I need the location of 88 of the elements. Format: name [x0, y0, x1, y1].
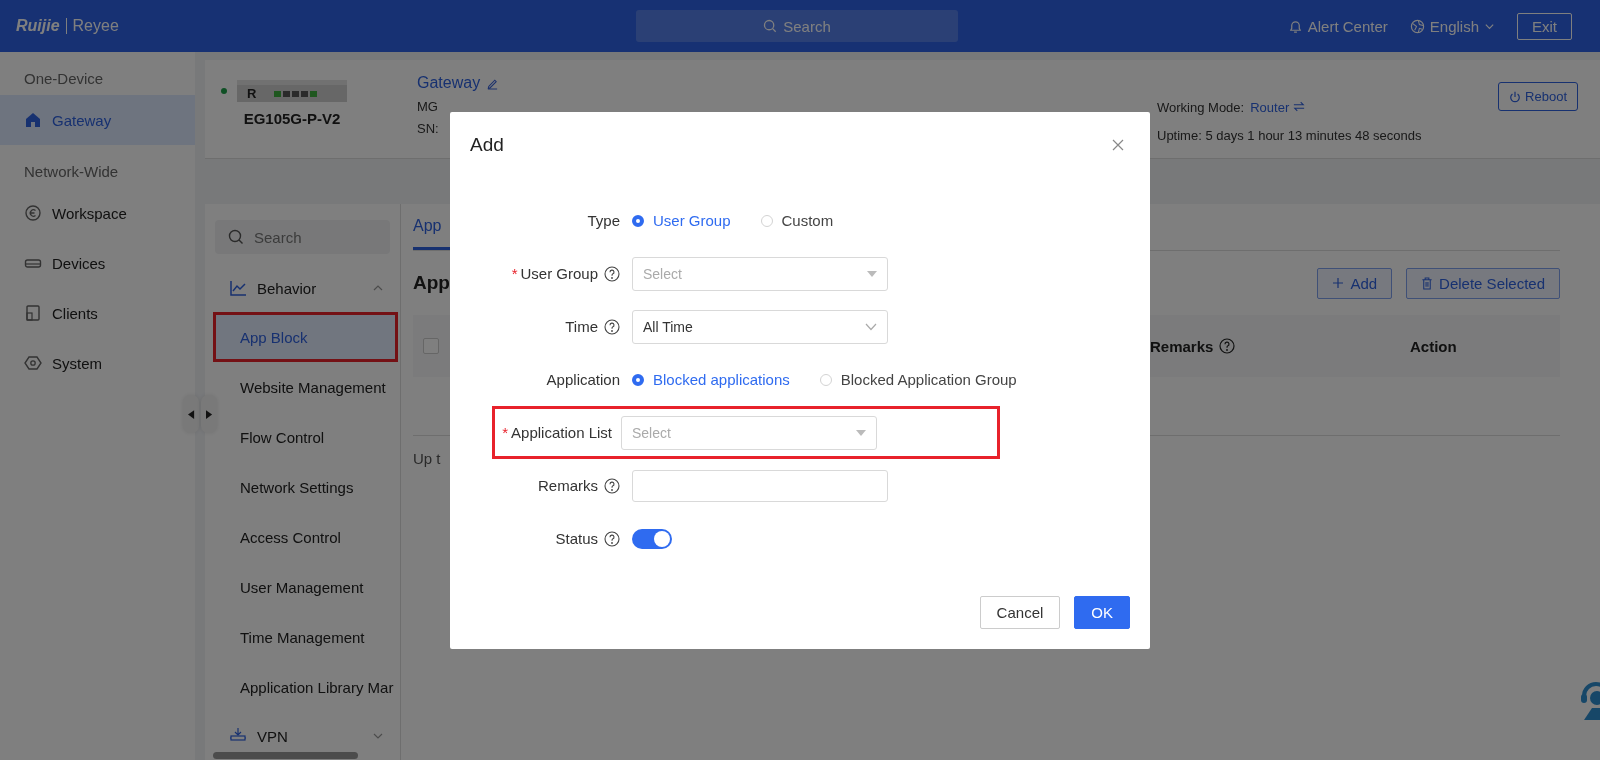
working-mode-link[interactable]: Router — [1250, 100, 1305, 115]
field-label: Time — [565, 318, 598, 335]
menu-item[interactable]: User Management — [205, 562, 400, 612]
chevron-down-icon — [865, 322, 877, 331]
plus-icon — [1332, 277, 1345, 289]
dialog-title: Add — [470, 134, 504, 156]
serial-number-text: SN: — [417, 121, 440, 136]
working-mode-label: Working Mode: — [1157, 100, 1245, 115]
search-icon — [228, 229, 244, 245]
logo-brand: Ruijie — [16, 17, 60, 35]
ok-button[interactable]: OK — [1074, 596, 1130, 629]
remarks-input[interactable] — [632, 469, 888, 502]
exit-button[interactable]: Exit — [1517, 12, 1572, 40]
radio-option[interactable]: Blocked applications — [632, 371, 790, 388]
nav-item[interactable]: Gateway — [0, 95, 195, 145]
column-header: Remarks — [1150, 337, 1214, 355]
field-label: Application List — [511, 424, 612, 441]
device-model: EG105G-P-V2 — [243, 110, 341, 127]
trash-icon — [1421, 276, 1434, 290]
menu-item[interactable]: Access Control — [205, 512, 400, 562]
nav-item[interactable]: System — [0, 338, 195, 388]
nav-section-title: Network-Wide — [23, 163, 120, 182]
required-mark: * — [502, 424, 509, 441]
section-heading: App — [413, 272, 450, 294]
circle-c-icon — [24, 204, 42, 222]
menu-item[interactable]: Flow Control — [205, 412, 400, 462]
menu-search-field[interactable]: Search — [215, 220, 390, 254]
radio-option[interactable]: Blocked Application Group — [819, 371, 1017, 388]
globe-icon — [1409, 18, 1425, 34]
cancel-button[interactable]: Cancel — [979, 596, 1061, 629]
required-mark: * — [511, 265, 518, 282]
device-name-link[interactable]: Gateway — [417, 74, 481, 92]
field-label: Application — [546, 371, 620, 388]
collapse-handle[interactable] — [183, 395, 199, 433]
menu-item[interactable]: Time Management — [205, 612, 400, 662]
mgmt-ip-text: MG — [417, 99, 439, 114]
bell-icon — [1287, 18, 1303, 34]
status-switch[interactable] — [632, 528, 672, 549]
swap-icon — [1292, 101, 1305, 112]
search-icon — [763, 19, 778, 33]
nav-item[interactable]: Devices — [0, 238, 195, 288]
help-icon[interactable] — [1219, 338, 1236, 354]
radio-option[interactable]: User Group — [632, 212, 731, 229]
help-icon[interactable] — [604, 265, 620, 282]
hexagon-icon — [24, 354, 42, 372]
help-icon[interactable] — [604, 530, 620, 547]
field-label: Remarks — [538, 477, 598, 494]
caret-down-icon — [856, 429, 866, 436]
menu-item[interactable]: Network Settings — [205, 462, 400, 512]
footer-note: Up t — [413, 450, 442, 467]
radio-button[interactable] — [632, 214, 644, 227]
menu-item[interactable]: Website Management — [205, 362, 400, 412]
language-selector[interactable]: English — [1409, 17, 1495, 35]
port-icon — [274, 89, 319, 98]
close-icon[interactable] — [1112, 139, 1124, 151]
router-label: R — [247, 86, 257, 101]
power-icon — [1509, 90, 1522, 103]
left-triangle-icon — [187, 409, 195, 419]
alert-center-link[interactable]: Alert Center — [1287, 17, 1388, 35]
right-triangle-icon — [205, 409, 213, 419]
add-button[interactable]: Add — [1317, 267, 1393, 299]
chart-icon — [229, 279, 247, 297]
tablet-icon — [24, 304, 42, 322]
menu-group[interactable]: VPN — [205, 712, 400, 760]
field-label: Status — [555, 530, 598, 547]
scrollbar[interactable] — [213, 752, 358, 759]
menu-item[interactable]: Application Library Mar — [205, 662, 400, 712]
nav-item[interactable]: Clients — [0, 288, 195, 338]
home-icon — [24, 111, 42, 129]
select-field[interactable]: All Time — [632, 309, 888, 344]
help-icon[interactable] — [604, 318, 620, 335]
nav-section-title: One-Device — [23, 70, 105, 89]
uptime-text: Uptime: 5 days 1 hour 13 minutes 48 seconds — [1157, 128, 1422, 143]
field-label: User Group — [520, 265, 598, 282]
caret-down-icon — [867, 270, 877, 277]
delete-selected-button[interactable]: Delete Selected — [1406, 267, 1560, 299]
menu-group[interactable]: Behavior — [205, 264, 400, 312]
expand-handle[interactable] — [201, 395, 217, 433]
radio-option[interactable]: Custom — [760, 212, 834, 229]
column-header: Action — [1410, 337, 1457, 355]
field-label: Type — [587, 212, 620, 229]
help-icon[interactable] — [604, 477, 620, 494]
menu-item[interactable]: App Block — [213, 312, 398, 362]
nav-item[interactable]: Workspace — [0, 188, 195, 238]
checkbox[interactable] — [423, 338, 439, 354]
reboot-button[interactable]: Reboot — [1498, 82, 1578, 111]
logo-product: Reyee — [72, 17, 119, 35]
radio-button[interactable] — [632, 373, 644, 386]
